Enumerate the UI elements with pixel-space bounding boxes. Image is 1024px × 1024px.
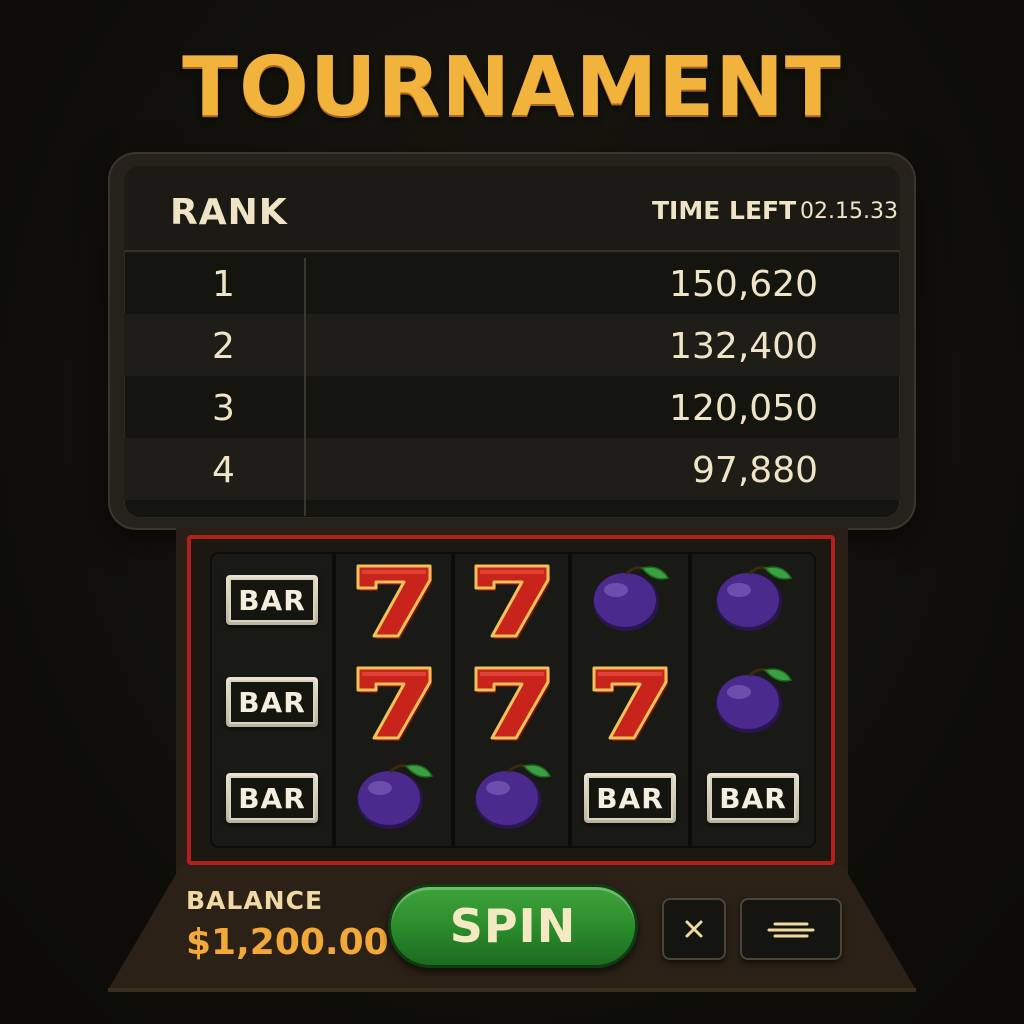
score-value: 120,050 xyxy=(669,388,818,429)
leaderboard-row: 3 120,050 xyxy=(124,376,900,438)
plum-icon xyxy=(711,558,797,636)
reels-window: BAR BAR BAR BAR BAR xyxy=(210,552,816,848)
menu-icon xyxy=(767,922,815,938)
bar-symbol: BAR xyxy=(584,773,676,823)
score-value: 150,620 xyxy=(669,264,818,305)
close-button[interactable] xyxy=(662,898,726,960)
plum-icon xyxy=(711,660,797,738)
spin-button[interactable]: SPIN xyxy=(388,884,638,968)
bar-symbol-label: BAR xyxy=(229,680,315,724)
seven-icon xyxy=(468,560,556,640)
score-value: 97,880 xyxy=(692,450,818,491)
leaderboard-header: RANK TIME LEFT 02.15.33 xyxy=(124,166,900,252)
plum-icon xyxy=(470,756,556,834)
bar-symbol-label: BAR xyxy=(229,776,315,820)
seven-icon xyxy=(350,662,438,742)
rank-value: 2 xyxy=(212,326,235,367)
time-left-label: TIME LEFT xyxy=(652,196,797,225)
leaderboard-row: 2 132,400 xyxy=(124,314,900,376)
bar-symbol-label: BAR xyxy=(710,776,796,820)
bar-symbol: BAR xyxy=(226,773,318,823)
plum-icon xyxy=(352,756,438,834)
reel-separator xyxy=(451,552,455,848)
rank-value: 4 xyxy=(212,450,235,491)
bar-symbol-label: BAR xyxy=(229,578,315,622)
rank-value: 3 xyxy=(212,388,235,429)
rank-header: RANK xyxy=(170,192,288,233)
rank-value: 1 xyxy=(212,264,235,305)
plum-icon xyxy=(588,558,674,636)
seven-icon xyxy=(350,560,438,640)
seven-icon xyxy=(586,662,674,742)
menu-button[interactable] xyxy=(740,898,842,960)
reel-separator xyxy=(688,552,692,848)
tournament-title: TOURNAMENT xyxy=(182,40,842,135)
reel-separator xyxy=(568,552,572,848)
score-value: 132,400 xyxy=(669,326,818,367)
bar-symbol: BAR xyxy=(226,575,318,625)
seven-icon xyxy=(468,662,556,742)
close-icon xyxy=(685,920,703,938)
reel-separator xyxy=(332,552,336,848)
time-left-value: 02.15.33 xyxy=(800,199,898,224)
leaderboard-rows: 1 150,620 2 132,400 3 120,050 4 97,880 xyxy=(124,252,900,500)
leaderboard: RANK TIME LEFT 02.15.33 1 150,620 2 132,… xyxy=(124,166,900,518)
leaderboard-row: 1 150,620 xyxy=(124,252,900,314)
balance-label: BALANCE xyxy=(186,886,324,915)
bar-symbol-label: BAR xyxy=(587,776,673,820)
bar-symbol: BAR xyxy=(226,677,318,727)
column-divider xyxy=(304,258,306,516)
leaderboard-row: 4 97,880 xyxy=(124,438,900,500)
balance-value: $1,200.00 xyxy=(186,922,389,963)
bar-symbol: BAR xyxy=(707,773,799,823)
panel-base xyxy=(108,988,916,992)
